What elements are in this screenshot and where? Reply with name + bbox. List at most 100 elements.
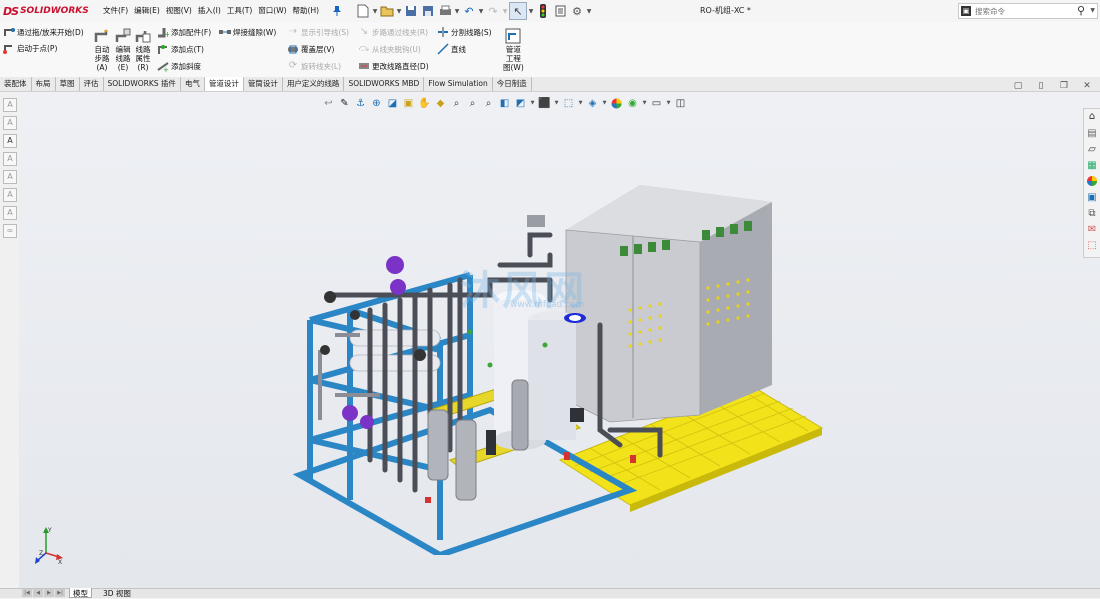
menu-file[interactable]: 文件(F)	[100, 0, 131, 22]
show-guidelines-button[interactable]: ⇢ 显示引导线(S)	[287, 26, 349, 38]
previous-view-icon[interactable]: ↩	[322, 97, 335, 110]
gear-icon[interactable]: ⚙	[569, 3, 585, 19]
tab-evaluate[interactable]: 评估	[80, 77, 104, 91]
weld-gap-button[interactable]: 焊接缝隙(W)	[219, 26, 276, 38]
chevron-down-icon[interactable]: ▼	[372, 8, 378, 15]
search-box[interactable]: ▣ ⚲ ▼	[958, 3, 1098, 19]
new-document-icon[interactable]	[355, 3, 371, 19]
search-icon[interactable]: ⚲	[1077, 4, 1085, 17]
view-settings-icon[interactable]: ▭	[650, 97, 663, 110]
chevron-down-icon[interactable]: ▼	[530, 100, 535, 106]
solidworks-logo[interactable]: DS SOLIDWORKS	[3, 3, 89, 19]
hide-show-icon[interactable]: ◈	[586, 97, 599, 110]
cover-layer-button[interactable]: 覆盖层(V)	[287, 43, 334, 55]
chevron-down-icon[interactable]: ▼	[666, 100, 671, 106]
prev-tab-arrow-icon[interactable]: ◀	[33, 589, 43, 597]
search-scope-icon[interactable]: ▣	[961, 6, 971, 16]
chevron-down-icon[interactable]: ▼	[528, 8, 534, 15]
tab-user-defined-route[interactable]: 用户定义的线路	[283, 77, 345, 91]
menu-insert[interactable]: 插入(I)	[195, 0, 224, 22]
line-button[interactable]: 直线	[437, 43, 466, 55]
tab-make-today[interactable]: 今日制造	[493, 77, 532, 91]
menu-tools[interactable]: 工具(T)	[224, 0, 255, 22]
pipe-drawing-button[interactable]: 管道 工程 图(W)	[503, 28, 524, 72]
view-cube-icon[interactable]: ▣	[402, 97, 415, 110]
zoom-icon[interactable]: ⌕	[466, 97, 479, 110]
tile-window-icon[interactable]: ▯	[1035, 80, 1047, 92]
standard-views-icon[interactable]: ◧	[498, 97, 511, 110]
annotation-tool-icon[interactable]: A	[3, 116, 17, 130]
add-point-button[interactable]: 添加点(T)	[157, 43, 204, 55]
edit-route-button[interactable]: 编辑 线路 (E)	[115, 28, 131, 72]
restore-window-icon[interactable]: ❐	[1058, 80, 1070, 92]
file-properties-icon[interactable]	[552, 3, 568, 19]
tab-electrical[interactable]: 电气	[181, 77, 205, 91]
display-style-icon[interactable]: ⬛	[538, 97, 551, 110]
search-input[interactable]	[975, 5, 1065, 17]
link-icon[interactable]: ∞	[3, 224, 17, 238]
add-fitting-button[interactable]: + 添加配件(F)	[157, 26, 211, 38]
open-folder-icon[interactable]	[379, 3, 395, 19]
menu-help[interactable]: 帮助(H)	[290, 0, 323, 22]
measure-icon[interactable]: ✎	[338, 97, 351, 110]
surface-finish-icon[interactable]: A	[3, 170, 17, 184]
add-slope-button[interactable]: + 添加斜度	[157, 60, 201, 72]
chevron-down-icon[interactable]: ▼	[554, 100, 559, 106]
menu-window[interactable]: 窗口(W)	[255, 0, 289, 22]
anchor-icon[interactable]: ⚓	[354, 97, 367, 110]
ro-unit-3d-model[interactable]	[290, 160, 835, 555]
unhook-clip-button[interactable]: ⤼ 从线夹脱钩(U)	[358, 43, 421, 55]
solidworks-resources-icon[interactable]: ⧉	[1085, 207, 1099, 221]
last-tab-arrow-icon[interactable]: ▶|	[55, 589, 65, 597]
route-properties-button[interactable]: 线路 属性 (R)	[135, 28, 151, 72]
chevron-down-icon[interactable]: ▼	[602, 100, 607, 106]
tab-assembly[interactable]: 装配体	[0, 77, 32, 91]
scene-icon[interactable]: ◉	[626, 97, 639, 110]
menu-view[interactable]: 视图(V)	[163, 0, 195, 22]
design-library-icon[interactable]: ▤	[1085, 127, 1099, 141]
tab-tubing[interactable]: 管筒设计	[244, 77, 283, 91]
file-explorer-icon[interactable]: ▱	[1085, 143, 1099, 157]
tab-3d-view[interactable]: 3D 视图	[100, 588, 134, 598]
next-tab-arrow-icon[interactable]: ▶	[44, 589, 54, 597]
tab-piping[interactable]: 管道设计	[204, 77, 244, 91]
section-plane-icon[interactable]: ◩	[514, 97, 527, 110]
balloon-icon[interactable]: A	[3, 152, 17, 166]
chevron-down-icon[interactable]: ▼	[642, 100, 647, 106]
menu-edit[interactable]: 编辑(E)	[131, 0, 163, 22]
start-at-point-button[interactable]: 启动于点(P)	[3, 42, 57, 54]
section-view-icon[interactable]: ◪	[386, 97, 399, 110]
tab-mbd[interactable]: SOLIDWORKS MBD	[344, 77, 425, 91]
change-diameter-button[interactable]: 更改线路直径(D)	[358, 60, 429, 72]
chevron-down-icon[interactable]: ▼	[396, 8, 402, 15]
first-tab-arrow-icon[interactable]: |◀	[22, 589, 32, 597]
3d-content-icon[interactable]: ⬚	[1085, 239, 1099, 253]
tab-sketch[interactable]: 草图	[56, 77, 80, 91]
save-as-icon[interactable]	[420, 3, 436, 19]
split-route-button[interactable]: 分割线路(S)	[437, 26, 492, 38]
datum-icon[interactable]: A	[3, 206, 17, 220]
chevron-down-icon[interactable]: ▼	[478, 8, 484, 15]
traffic-light-icon[interactable]	[535, 3, 551, 19]
save-icon[interactable]	[403, 3, 419, 19]
view-palette-icon[interactable]: ▦	[1085, 159, 1099, 173]
zoom-in-icon[interactable]: ⌕	[482, 97, 495, 110]
forum-icon[interactable]: ✉	[1085, 223, 1099, 237]
print-icon[interactable]	[437, 3, 453, 19]
view-orientation-icon[interactable]: ⬚	[562, 97, 575, 110]
step-through-clip-button[interactable]: ↘ 步路通过线夹(R)	[358, 26, 428, 38]
chevron-down-icon[interactable]: ▼	[454, 8, 460, 15]
weld-symbol-icon[interactable]: A	[3, 188, 17, 202]
auto-route-button[interactable]: 自动 步路 (A)	[94, 28, 110, 72]
hand-pan-icon[interactable]: ✋	[418, 97, 431, 110]
zoom-to-area-icon[interactable]: ⌕	[450, 97, 463, 110]
close-icon[interactable]: ✕	[1081, 80, 1093, 92]
rotate-fitting-button[interactable]: ⟳ 旋转线夹(L)	[287, 60, 341, 72]
tab-flow-simulation[interactable]: Flow Simulation	[424, 77, 493, 91]
zoom-fit-icon[interactable]: ⊕	[370, 97, 383, 110]
chevron-down-icon[interactable]: ▼	[586, 8, 592, 15]
select-cursor-icon[interactable]: ↖	[509, 2, 527, 20]
edit-appearance-icon[interactable]	[610, 97, 623, 110]
appearance-icon[interactable]: ◆	[434, 97, 447, 110]
tab-layout[interactable]: 布局	[32, 77, 56, 91]
